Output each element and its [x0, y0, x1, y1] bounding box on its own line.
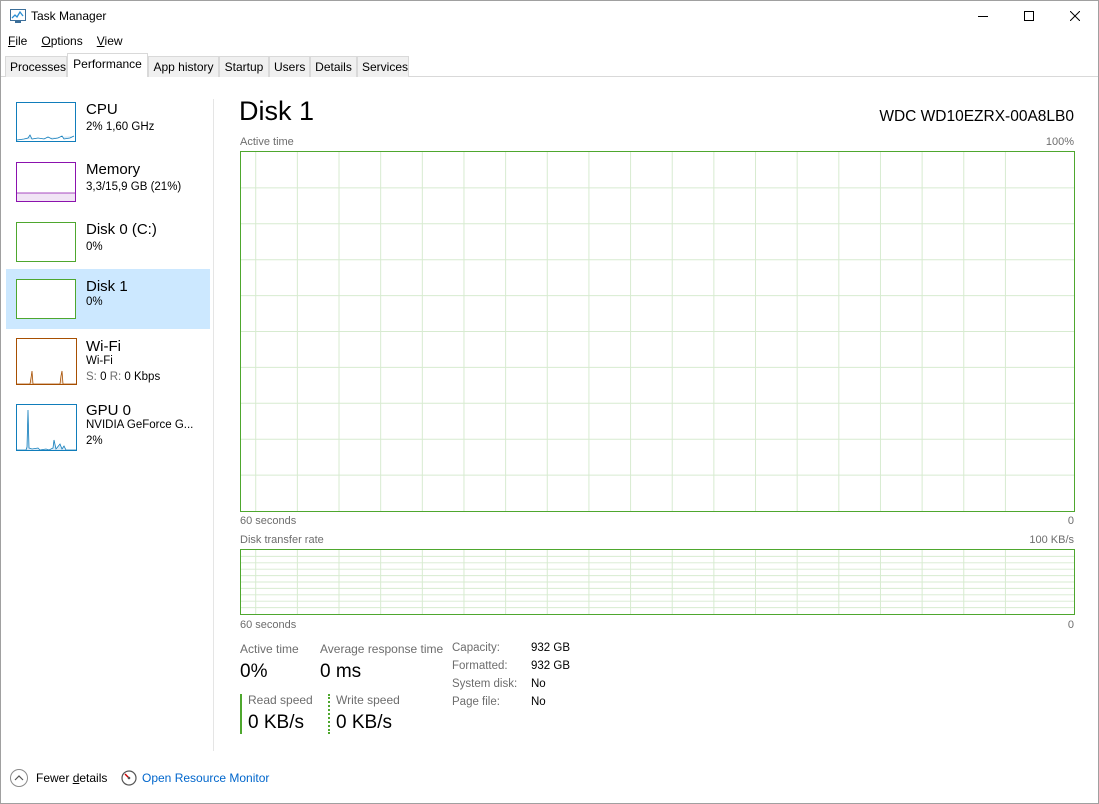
tab-details[interactable]: Details [310, 56, 357, 77]
resource-name-wifi: Wi-Fi [86, 338, 121, 355]
stat-write-speed-label: Write speed [336, 693, 400, 707]
transfer-rate-graph-xright: 0 [1067, 619, 1074, 631]
title-bar: Task Manager [1, 1, 1098, 31]
memory-thumbnail-graph [16, 162, 76, 202]
stat-write-speed-value: 0 KB/s [336, 712, 392, 733]
detail-formatted-key: Formatted: [452, 660, 508, 672]
fewer-details-text-pre: Fewer [36, 771, 73, 785]
cpu-thumbnail-graph [16, 102, 76, 142]
resource-item-disk1[interactable]: Disk 1 0% [6, 269, 210, 329]
resource-item-gpu0[interactable]: GPU 0 NVIDIA GeForce G... 2% [6, 396, 210, 458]
stat-active-time-value: 0% [240, 661, 268, 682]
wifi-send-label: S: [86, 371, 97, 383]
resource-list: CPU 2% 1,60 GHz Memory 3,3/15,9 GB (21%)… [1, 78, 213, 758]
write-speed-legend-line [328, 694, 330, 734]
resource-name-disk1: Disk 1 [86, 278, 128, 295]
tab-users[interactable]: Users [269, 56, 310, 77]
stat-avg-response-label: Average response time [320, 642, 444, 656]
resource-usage-gpu0: 2% [86, 435, 103, 447]
open-resource-monitor-link[interactable]: Open Resource Monitor [142, 771, 269, 785]
menu-view-accel: V [96, 34, 105, 48]
resource-detail-cpu: 2% 1,60 GHz [86, 121, 155, 133]
fewer-details-link[interactable]: Fewer details [36, 771, 107, 785]
active-time-graph-max: 100% [1045, 136, 1074, 148]
detail-system-disk-value: No [531, 678, 546, 690]
resource-name-disk0: Disk 0 (C:) [86, 221, 157, 238]
detail-formatted-value: 932 GB [531, 660, 570, 672]
resource-name-memory: Memory [86, 161, 141, 178]
resource-detail-gpu0: NVIDIA GeForce G... [86, 419, 194, 431]
resource-monitor-icon [121, 770, 137, 786]
menu-options-accel: O [41, 34, 51, 48]
stat-active-time-label: Active time [240, 642, 299, 656]
tab-processes[interactable]: Processes [5, 56, 67, 77]
minimize-button[interactable] [960, 1, 1006, 31]
footer: Fewer details Open Resource Monitor [1, 763, 1098, 803]
active-time-graph-xleft: 60 seconds [240, 515, 297, 527]
tab-app-history[interactable]: App history [148, 56, 219, 77]
wifi-receive-label: R: [109, 371, 122, 383]
wifi-thumbnail-graph [16, 338, 77, 385]
resource-detail-wifi: Wi-Fi [86, 355, 113, 367]
resource-name-cpu: CPU [86, 101, 118, 118]
chevron-up-icon [14, 775, 24, 781]
menu-options-label: ptions [50, 34, 83, 48]
resource-item-cpu[interactable]: CPU 2% 1,60 GHz [6, 92, 210, 152]
menu-bar: File Options View [1, 32, 130, 52]
transfer-rate-graph-max: 100 KB/s [1029, 534, 1074, 546]
tab-performance[interactable]: Performance [67, 53, 148, 77]
fewer-details-text-post: etails [79, 771, 108, 785]
gpu0-thumbnail-graph [16, 404, 77, 451]
device-model: WDC WD10EZRX-00A8LB0 [879, 108, 1074, 125]
stat-avg-response-value: 0 ms [320, 661, 362, 682]
menu-view-label: iew [104, 34, 123, 48]
menu-view[interactable]: View [90, 32, 130, 52]
maximize-button[interactable] [1006, 1, 1052, 31]
active-time-graph-xright: 0 [1067, 515, 1074, 527]
resource-detail-memory: 3,3/15,9 GB (21%) [86, 181, 182, 193]
resource-rate-wifi: S: 0 R: 0 Kbps [86, 371, 160, 383]
detail-system-disk-key: System disk: [452, 678, 518, 690]
detail-capacity-key: Capacity: [452, 642, 500, 654]
fewer-details-button[interactable] [10, 769, 28, 787]
transfer-rate-graph-label: Disk transfer rate [240, 534, 324, 546]
window-title: Task Manager [31, 9, 107, 23]
resource-detail-disk1: 0% [86, 296, 103, 308]
task-manager-window: Task Manager File Options View Processes… [0, 0, 1099, 804]
sidebar-divider [213, 99, 214, 751]
maximize-icon [1024, 11, 1034, 21]
close-icon [1070, 11, 1080, 21]
page-title: Disk 1 [239, 96, 315, 126]
menu-file-label: ile [15, 34, 28, 48]
resource-item-disk0[interactable]: Disk 0 (C:) 0% [6, 212, 210, 272]
transfer-rate-graph [240, 549, 1075, 615]
detail-page-file-key: Page file: [452, 696, 500, 708]
stat-read-speed-label: Read speed [248, 693, 313, 707]
resource-name-gpu0: GPU 0 [86, 402, 132, 419]
active-time-graph [240, 151, 1075, 512]
read-speed-legend-line [240, 694, 242, 734]
resource-item-memory[interactable]: Memory 3,3/15,9 GB (21%) [6, 152, 210, 212]
disk1-thumbnail-graph [16, 279, 76, 319]
close-button[interactable] [1052, 1, 1098, 31]
tab-startup[interactable]: Startup [219, 56, 269, 77]
task-manager-app-icon [10, 9, 26, 23]
resource-item-wifi[interactable]: Wi-Fi Wi-Fi S: 0 R: 0 Kbps [6, 332, 210, 390]
menu-options[interactable]: Options [34, 32, 89, 52]
tab-strip: Processes Performance App history Startu… [1, 53, 1098, 77]
wifi-send-value: 0 [100, 371, 107, 383]
detail-page-file-value: No [531, 696, 546, 708]
minimize-icon [978, 16, 988, 17]
menu-file[interactable]: File [1, 32, 34, 52]
detail-capacity-value: 932 GB [531, 642, 570, 654]
resource-detail-disk0: 0% [86, 241, 103, 253]
transfer-rate-graph-xleft: 60 seconds [240, 619, 297, 631]
active-time-graph-label: Active time [240, 136, 294, 148]
disk0-thumbnail-graph [16, 222, 76, 262]
wifi-receive-value: 0 Kbps [124, 371, 161, 383]
tab-services[interactable]: Services [357, 56, 409, 77]
stat-read-speed-value: 0 KB/s [248, 712, 304, 733]
